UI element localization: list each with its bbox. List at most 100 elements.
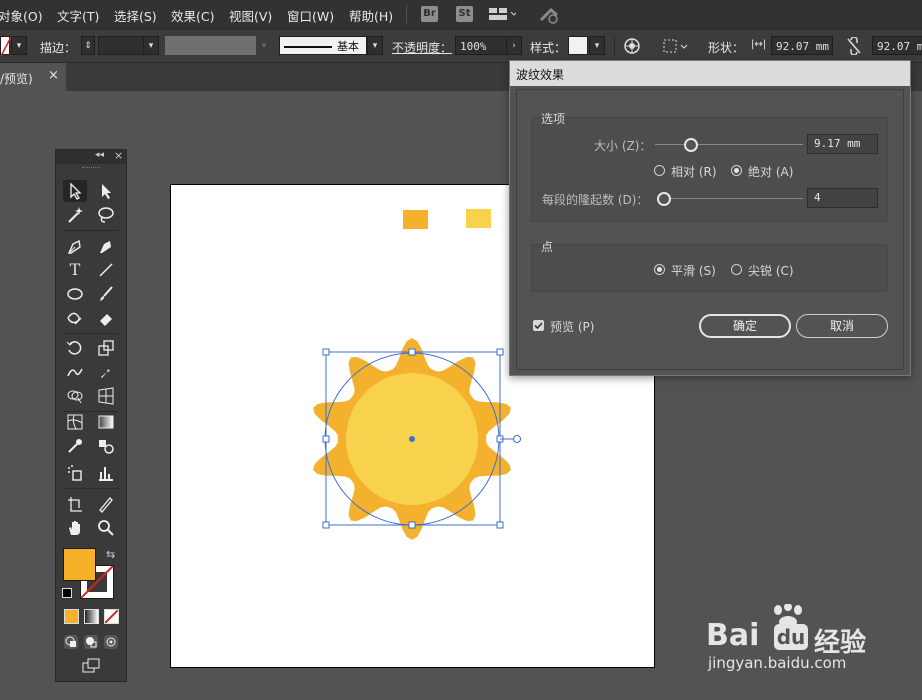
change-screen-mode-icon[interactable] — [79, 655, 103, 677]
pen-tool-icon[interactable] — [63, 235, 87, 257]
gradient-tool-icon[interactable] — [94, 411, 118, 433]
swap-fill-stroke-icon[interactable]: ⇆ — [106, 548, 115, 561]
dialog-titlebar[interactable]: 波纹效果 — [510, 61, 910, 86]
shape-builder-tool-icon[interactable] — [63, 385, 87, 407]
gradient-mode-icon[interactable] — [84, 609, 99, 624]
slice-tool-icon[interactable] — [94, 493, 118, 515]
ok-button[interactable]: 确定 — [699, 314, 791, 338]
menu-object[interactable]: 对象(O) — [0, 6, 43, 25]
menu-help[interactable]: 帮助(H) — [349, 6, 393, 25]
opacity-label[interactable]: 不透明度： — [392, 39, 452, 56]
stroke-color-dropdown[interactable]: ▾ — [11, 36, 27, 55]
relative-radio[interactable] — [654, 165, 665, 176]
shape-height-input[interactable]: 92.07 m — [872, 36, 922, 55]
lasso-tool-icon[interactable] — [94, 204, 118, 226]
draw-behind-icon[interactable] — [81, 631, 101, 653]
mesh-tool-icon[interactable] — [63, 411, 87, 433]
graphic-style-swatch[interactable] — [568, 36, 588, 55]
tools-panel-header[interactable]: ◂◂ × — [56, 149, 126, 164]
fill-swatch[interactable] — [63, 548, 96, 581]
menu-view[interactable]: 视图(V) — [229, 6, 272, 25]
relative-label: 相对 (R) — [671, 165, 717, 179]
opacity-input[interactable]: 100% — [455, 36, 507, 55]
stroke-color-swatch[interactable] — [0, 36, 12, 57]
brush-dropdown[interactable]: ▾ — [367, 36, 383, 55]
close-panel-icon[interactable]: × — [114, 149, 123, 162]
tool-divider — [64, 333, 118, 334]
column-graph-tool-icon[interactable] — [94, 462, 118, 484]
bridge-icon[interactable]: Br — [421, 6, 438, 22]
selection-tool-icon[interactable] — [63, 180, 87, 202]
blend-tool-icon[interactable] — [94, 435, 118, 457]
tools-panel: ◂◂ × T ⇆ — [55, 149, 127, 682]
menu-select[interactable]: 选择(S) — [114, 6, 157, 25]
graphic-style-dropdown[interactable]: ▾ — [589, 36, 605, 55]
shaper-tool-icon[interactable] — [63, 307, 87, 329]
rotate-tool-icon[interactable] — [63, 337, 87, 359]
stock-icon[interactable]: St — [456, 6, 473, 22]
variable-width-profile[interactable] — [165, 36, 256, 55]
smooth-label: 平滑 (S) — [671, 264, 716, 278]
stroke-label: 描边： — [40, 41, 77, 55]
stroke-weight-input[interactable] — [98, 36, 144, 55]
eraser-tool-icon[interactable] — [94, 307, 118, 329]
perspective-grid-tool-icon[interactable] — [94, 385, 118, 407]
align-to-selection-icon[interactable] — [662, 37, 690, 58]
paintbrush-tool-icon[interactable] — [94, 283, 118, 305]
none-mode-icon[interactable] — [104, 609, 119, 624]
direct-selection-tool-icon[interactable] — [94, 180, 118, 202]
sun-artwork[interactable] — [301, 335, 531, 545]
stroke-weight-dropdown[interactable]: ▾ — [143, 36, 159, 55]
color-mode-icon[interactable] — [64, 609, 79, 624]
size-input[interactable]: 9.17 mm — [807, 134, 878, 154]
curvature-tool-icon[interactable] — [94, 235, 118, 257]
menu-window[interactable]: 窗口(W) — [287, 6, 334, 25]
constrain-proportions-icon[interactable] — [846, 36, 862, 58]
smooth-radio[interactable] — [654, 264, 665, 275]
size-slider-thumb[interactable] — [683, 138, 698, 152]
type-tool-icon[interactable]: T — [63, 259, 87, 281]
tab-close-icon[interactable]: × — [48, 68, 59, 83]
warp-tool-icon[interactable] — [63, 361, 87, 383]
magic-wand-tool-icon[interactable] — [63, 204, 87, 226]
color-swatch-yellow[interactable] — [466, 209, 491, 228]
size-slider-track[interactable] — [655, 144, 803, 145]
opacity-arrow[interactable]: › — [506, 36, 522, 55]
ridges-slider-track[interactable] — [658, 198, 803, 199]
shape-width-input[interactable]: 92.07 mm — [771, 36, 833, 55]
symbol-sprayer-tool-icon[interactable] — [63, 462, 87, 484]
ridges-input[interactable]: 4 — [807, 188, 878, 208]
scale-tool-icon[interactable] — [94, 337, 118, 359]
zoom-tool-icon[interactable] — [94, 517, 118, 539]
ridges-slider-thumb[interactable] — [656, 192, 671, 206]
width-icon: |↔| — [751, 39, 767, 50]
cancel-button[interactable]: 取消 — [796, 314, 888, 338]
document-tab[interactable]: /预览) × — [0, 63, 66, 91]
arrange-documents-icon[interactable] — [488, 7, 518, 24]
stroke-weight-stepper[interactable]: ⇕ — [81, 36, 95, 55]
absolute-radio[interactable] — [731, 165, 742, 176]
brush-definition[interactable]: 基本 — [279, 36, 367, 55]
variable-width-dropdown[interactable]: ▾ — [256, 36, 272, 55]
collapse-panel-icon[interactable]: ◂◂ — [95, 150, 104, 160]
artboard-tool-icon[interactable] — [63, 493, 87, 515]
menu-effect[interactable]: 效果(C) — [171, 6, 214, 25]
draw-normal-icon[interactable] — [61, 631, 81, 653]
ellipse-tool-icon[interactable] — [63, 283, 87, 305]
eyedropper-tool-icon[interactable] — [63, 435, 87, 457]
draw-inside-icon[interactable] — [101, 631, 121, 653]
gpu-performance-icon[interactable] — [538, 6, 562, 27]
watermark-brand: Bai — [706, 618, 760, 653]
line-segment-tool-icon[interactable] — [94, 259, 118, 281]
ctrl-divider — [614, 35, 615, 56]
color-swatch-orange[interactable] — [403, 210, 428, 229]
puppet-warp-tool-icon[interactable] — [94, 361, 118, 383]
watermark-brand-du: du — [774, 624, 808, 650]
rotation-handle[interactable] — [513, 435, 521, 443]
default-fill-stroke-icon[interactable] — [62, 588, 72, 598]
menu-type[interactable]: 文字(T) — [57, 6, 99, 25]
corner-radio[interactable] — [731, 264, 742, 275]
preview-checkbox[interactable] — [533, 320, 544, 331]
hand-tool-icon[interactable] — [63, 517, 87, 539]
recolor-artwork-icon[interactable] — [623, 37, 641, 58]
